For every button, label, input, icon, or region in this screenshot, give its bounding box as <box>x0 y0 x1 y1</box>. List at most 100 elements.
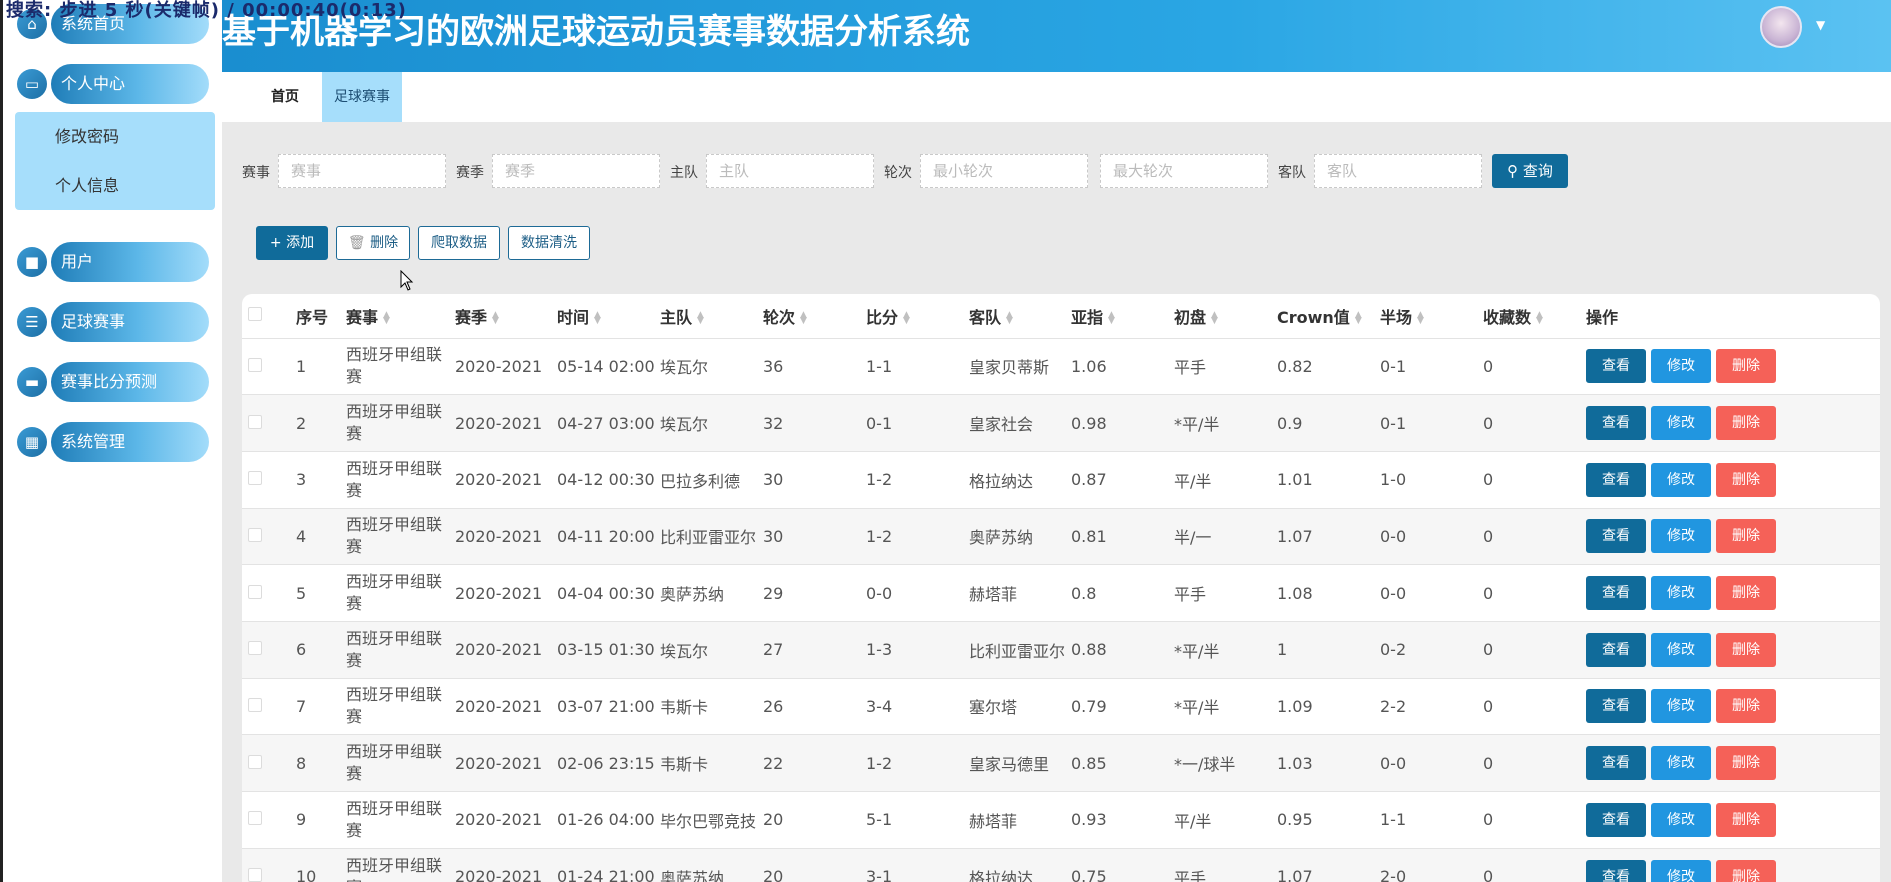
table-cell: 2-0 <box>1380 867 1407 882</box>
column-header-time[interactable]: 时间 ▲ ▼ <box>557 294 660 338</box>
view-button[interactable]: 查看 <box>1586 349 1646 384</box>
table-cell: 04-12 00:30 <box>557 470 655 490</box>
view-button[interactable]: 查看 <box>1586 859 1646 882</box>
sidebar-item-users[interactable]: ■ 用户 <box>13 242 209 282</box>
row-checkbox[interactable] <box>242 621 296 678</box>
table-row: 5 西班牙甲组联赛 2020-2021 04-04 00:30 奥萨苏纳 29 0-0 赫塔菲… <box>242 564 1880 622</box>
sidebar-item-system-management[interactable]: ▦ 系统管理 <box>13 422 209 462</box>
view-button[interactable]: 查看 <box>1586 462 1646 497</box>
view-button[interactable]: 查看 <box>1586 406 1646 441</box>
sidebar-item-personal-center[interactable]: ▭ 个人中心 <box>13 64 209 104</box>
submenu-item-change-password[interactable]: 修改密码 <box>15 112 215 161</box>
view-button[interactable]: 查看 <box>1586 576 1646 611</box>
max-round-input[interactable] <box>1100 154 1268 188</box>
view-button[interactable]: 查看 <box>1586 519 1646 554</box>
row-delete-button[interactable]: 删除 <box>1716 406 1776 441</box>
edit-button[interactable]: 修改 <box>1651 462 1711 497</box>
row-checkbox[interactable] <box>242 451 296 508</box>
row-checkbox[interactable] <box>242 848 296 882</box>
edit-button[interactable]: 修改 <box>1651 406 1711 441</box>
column-header-round[interactable]: 轮次 ▲ ▼ <box>763 294 866 338</box>
table-cell: 2 <box>296 413 307 433</box>
table-row: 6 西班牙甲组联赛 2020-2021 03-15 01:30 埃瓦尔 27 1-3 比利亚雷… <box>242 621 1880 679</box>
view-button[interactable]: 查看 <box>1586 802 1646 837</box>
matches-table: 序号 赛事 ▲ ▼ 赛季 ▲ ▼ 时间 ▲ ▼ 主队 ▲ ▼ 轮次 ▲ ▼ 比分 ▲ ▼ 客队 ▲ ▼ 亚指… <box>242 294 1880 882</box>
table-cell: 0-2 <box>1380 640 1407 660</box>
row-delete-button[interactable]: 删除 <box>1716 632 1776 667</box>
table-cell: 西班牙甲组联赛 <box>346 742 443 784</box>
select-all-checkbox[interactable] <box>242 294 296 338</box>
edit-button[interactable]: 修改 <box>1651 349 1711 384</box>
column-header-home-team[interactable]: 主队 ▲ ▼ <box>660 294 763 338</box>
column-header-score[interactable]: 比分 ▲ ▼ <box>866 294 969 338</box>
table-row: 7 西班牙甲组联赛 2020-2021 03-07 21:00 韦斯卡 26 3-4 塞尔塔 0… <box>242 678 1880 735</box>
sort-icon: ▲ ▼ <box>594 310 601 327</box>
edit-button[interactable]: 修改 <box>1651 746 1711 781</box>
row-delete-button[interactable]: 删除 <box>1716 576 1776 611</box>
table-cell: 2020-2021 <box>455 696 543 716</box>
row-checkbox[interactable] <box>242 508 296 565</box>
edit-button[interactable]: 修改 <box>1651 632 1711 667</box>
view-button[interactable]: 查看 <box>1586 632 1646 667</box>
edit-button[interactable]: 修改 <box>1651 576 1711 611</box>
row-delete-button[interactable]: 删除 <box>1716 462 1776 497</box>
view-button[interactable]: 查看 <box>1586 746 1646 781</box>
table-cell: 4 <box>296 526 307 546</box>
add-button[interactable]: + 添加 <box>256 226 328 260</box>
row-actions: 查看 修改 删除 <box>1586 338 1880 395</box>
edit-button[interactable]: 修改 <box>1651 802 1711 837</box>
match-search-input[interactable] <box>278 154 446 188</box>
row-checkbox[interactable] <box>242 338 296 395</box>
column-header-season[interactable]: 赛季 ▲ ▼ <box>455 294 557 338</box>
column-header-match[interactable]: 赛事 ▲ ▼ <box>346 294 455 338</box>
row-actions: 查看 修改 删除 <box>1586 848 1880 882</box>
add-button-label: 添加 <box>286 235 315 251</box>
column-header-opening-line[interactable]: 初盘 ▲ ▼ <box>1174 294 1277 338</box>
tab-home[interactable]: 首页 <box>262 72 308 122</box>
chevron-down-icon[interactable]: ▼ <box>1816 18 1825 32</box>
row-checkbox[interactable] <box>242 792 296 849</box>
edit-button[interactable]: 修改 <box>1651 519 1711 554</box>
column-header-index: 序号 <box>296 307 329 327</box>
table-cell: 0.93 <box>1071 810 1107 830</box>
edit-button[interactable]: 修改 <box>1651 859 1711 882</box>
row-actions: 查看 修改 删除 <box>1586 565 1880 622</box>
row-delete-button[interactable]: 删除 <box>1716 349 1776 384</box>
submenu-item-personal-info[interactable]: 个人信息 <box>15 161 215 210</box>
away-team-search-input[interactable] <box>1314 154 1482 188</box>
column-header-away-team[interactable]: 客队 ▲ ▼ <box>969 294 1071 338</box>
home-team-search-input[interactable] <box>706 154 874 188</box>
delete-button[interactable]: 🗑 删除 <box>336 226 410 260</box>
tab-football-matches[interactable]: 足球赛事 <box>322 72 402 122</box>
table-cell: 0 <box>1483 867 1494 882</box>
search-label-away-team: 客队 <box>1278 165 1306 181</box>
row-delete-button[interactable]: 删除 <box>1716 802 1776 837</box>
query-button[interactable]: ⚲ 查询 <box>1492 154 1568 188</box>
sidebar-item-football-matches[interactable]: ☰ 足球赛事 <box>13 302 209 342</box>
edit-button[interactable]: 修改 <box>1651 689 1711 724</box>
row-delete-button[interactable]: 删除 <box>1716 519 1776 554</box>
avatar[interactable] <box>1760 6 1802 48</box>
table-cell: 26 <box>763 696 784 716</box>
clean-data-button[interactable]: 数据清洗 <box>508 226 590 260</box>
min-round-input[interactable] <box>920 154 1088 188</box>
column-header-asian-handicap[interactable]: 亚指 ▲ ▼ <box>1071 294 1174 338</box>
row-delete-button[interactable]: 删除 <box>1716 689 1776 724</box>
row-checkbox[interactable] <box>242 735 296 792</box>
sidebar-item-label: 系统管理 <box>51 422 209 462</box>
column-header-crown[interactable]: Crown值 ▲ ▼ <box>1277 294 1380 338</box>
row-checkbox[interactable] <box>242 678 296 735</box>
crawl-data-button[interactable]: 爬取数据 <box>418 226 500 260</box>
row-delete-button[interactable]: 删除 <box>1716 859 1776 882</box>
table-cell: 西班牙甲组联赛 <box>346 345 443 387</box>
column-header-favorites[interactable]: 收藏数 ▲ ▼ <box>1483 294 1586 338</box>
view-button[interactable]: 查看 <box>1586 689 1646 724</box>
row-delete-button[interactable]: 删除 <box>1716 746 1776 781</box>
table-cell: 1 <box>296 356 307 376</box>
row-checkbox[interactable] <box>242 565 296 622</box>
search-label-match: 赛事 <box>242 165 270 181</box>
row-checkbox[interactable] <box>242 395 296 452</box>
sidebar-item-score-prediction[interactable]: ▬ 赛事比分预测 <box>13 362 209 402</box>
season-search-input[interactable] <box>492 154 660 188</box>
column-header-half-time[interactable]: 半场 ▲ ▼ <box>1380 294 1483 338</box>
